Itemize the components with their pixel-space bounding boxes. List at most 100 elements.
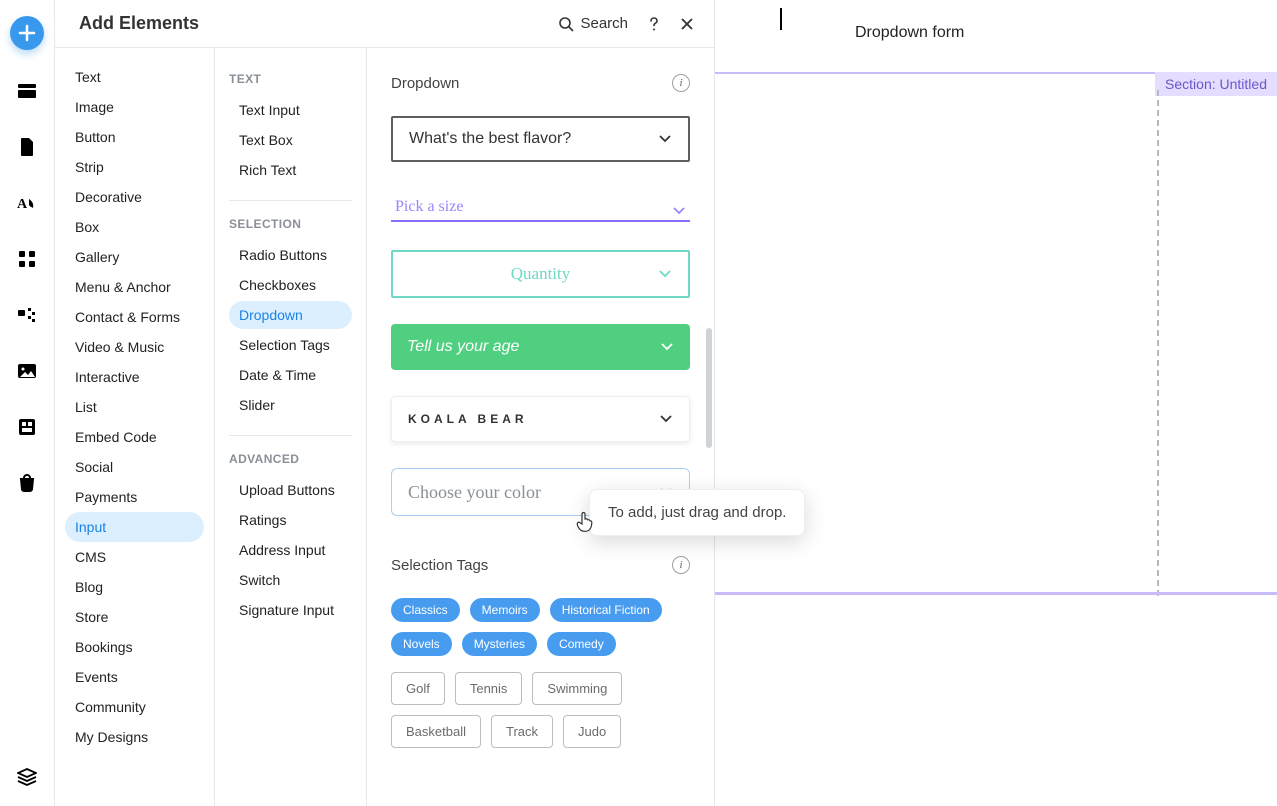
info-icon[interactable]: i — [672, 556, 690, 574]
tag-pill[interactable]: Novels — [391, 632, 452, 656]
svg-text:A: A — [17, 197, 28, 212]
subcategory-item-text-box[interactable]: Text Box — [229, 126, 352, 154]
category-item-input[interactable]: Input — [65, 512, 204, 542]
subcategory-heading: ADVANCED — [229, 452, 352, 466]
category-item-image[interactable]: Image — [65, 92, 204, 122]
tag-box[interactable]: Golf — [391, 672, 445, 705]
add-elements-panel: Add Elements Search TextImageButtonStrip… — [55, 0, 715, 806]
info-icon[interactable]: i — [672, 74, 690, 92]
subcategory-item-address-input[interactable]: Address Input — [229, 536, 352, 564]
chevron-down-icon — [659, 414, 673, 424]
ruler-mark — [780, 8, 782, 30]
media-icon[interactable] — [12, 356, 42, 386]
category-item-cms[interactable]: CMS — [65, 542, 204, 572]
search-label: Search — [580, 15, 628, 32]
apps-icon[interactable] — [12, 244, 42, 274]
help-button[interactable] — [646, 16, 662, 32]
store-rail-icon[interactable] — [12, 468, 42, 498]
tag-box[interactable]: Tennis — [455, 672, 523, 705]
category-item-store[interactable]: Store — [65, 602, 204, 632]
subcategory-heading: TEXT — [229, 72, 352, 86]
subcategory-item-radio-buttons[interactable]: Radio Buttons — [229, 241, 352, 269]
preview-pane: Dropdown i What's the best flavor? Pick … — [367, 48, 714, 806]
dropdown-preset-3[interactable]: Quantity — [391, 250, 690, 298]
category-item-decorative[interactable]: Decorative — [65, 182, 204, 212]
chevron-down-icon — [658, 269, 672, 279]
subcategory-item-selection-tags[interactable]: Selection Tags — [229, 331, 352, 359]
panel-title: Add Elements — [79, 13, 558, 34]
selection-tags-preset-gray[interactable]: Golf Tennis Swimming Basketball Track Judo — [391, 672, 690, 748]
cms-rail-icon[interactable] — [12, 412, 42, 442]
business-icon[interactable] — [12, 300, 42, 330]
category-item-my-designs[interactable]: My Designs — [65, 722, 204, 752]
section-bottom-border — [715, 592, 1277, 595]
search-icon — [558, 16, 574, 32]
category-item-video-music[interactable]: Video & Music — [65, 332, 204, 362]
tag-box[interactable]: Basketball — [391, 715, 481, 748]
subcategory-item-checkboxes[interactable]: Checkboxes — [229, 271, 352, 299]
subcategory-list: TEXT Text InputText BoxRich Text SELECTION… — [215, 48, 367, 806]
dropdown-preset-4[interactable]: Tell us your age — [391, 324, 690, 370]
category-item-contact-forms[interactable]: Contact & Forms — [65, 302, 204, 332]
chevron-down-icon — [660, 342, 674, 352]
subcategory-item-slider[interactable]: Slider — [229, 391, 352, 419]
selection-tags-preset-blue[interactable]: Classics Memoirs Historical Fiction Novels M… — [391, 598, 690, 656]
category-item-events[interactable]: Events — [65, 662, 204, 692]
category-item-list[interactable]: List — [65, 392, 204, 422]
dropdown-preset-1[interactable]: What's the best flavor? — [391, 116, 690, 162]
chevron-down-icon — [672, 206, 686, 216]
tag-pill[interactable]: Memoirs — [470, 598, 540, 622]
theme-icon[interactable]: A — [12, 188, 42, 218]
cursor-hand-icon — [575, 510, 595, 532]
scrollbar-thumb[interactable] — [706, 328, 712, 448]
panel-search[interactable]: Search — [558, 15, 628, 32]
category-item-blog[interactable]: Blog — [65, 572, 204, 602]
category-item-bookings[interactable]: Bookings — [65, 632, 204, 662]
category-item-gallery[interactable]: Gallery — [65, 242, 204, 272]
pages-icon[interactable] — [12, 132, 42, 162]
panel-header: Add Elements Search — [55, 0, 714, 48]
page-title: Dropdown form — [855, 24, 964, 42]
tag-pill[interactable]: Mysteries — [462, 632, 537, 656]
tag-pill[interactable]: Comedy — [547, 632, 616, 656]
left-rail: A — [0, 0, 55, 806]
editor-canvas[interactable]: Dropdown form Section: Untitled — [715, 0, 1277, 806]
section-label[interactable]: Section: Untitled — [1155, 72, 1277, 96]
subcategory-item-text-input[interactable]: Text Input — [229, 96, 352, 124]
tag-box[interactable]: Track — [491, 715, 553, 748]
category-item-embed-code[interactable]: Embed Code — [65, 422, 204, 452]
category-item-button[interactable]: Button — [65, 122, 204, 152]
add-elements-rail-button[interactable] — [10, 16, 44, 50]
section-guide-right — [1157, 90, 1159, 596]
category-item-menu-anchor[interactable]: Menu & Anchor — [65, 272, 204, 302]
category-item-text[interactable]: Text — [65, 62, 204, 92]
dropdown-preset-5[interactable]: KOALA BEAR — [391, 396, 690, 442]
subcategory-item-ratings[interactable]: Ratings — [229, 506, 352, 534]
category-item-box[interactable]: Box — [65, 212, 204, 242]
category-item-strip[interactable]: Strip — [65, 152, 204, 182]
chevron-down-icon — [658, 134, 672, 144]
category-item-community[interactable]: Community — [65, 692, 204, 722]
tag-pill[interactable]: Classics — [391, 598, 460, 622]
tag-box[interactable]: Judo — [563, 715, 621, 748]
subcategory-item-signature-input[interactable]: Signature Input — [229, 596, 352, 624]
tag-box[interactable]: Swimming — [532, 672, 622, 705]
subcategory-item-date-time[interactable]: Date & Time — [229, 361, 352, 389]
subcategory-item-upload-buttons[interactable]: Upload Buttons — [229, 476, 352, 504]
layers-icon[interactable] — [12, 762, 42, 792]
category-list: TextImageButtonStripDecorativeBoxGallery… — [55, 48, 215, 806]
category-item-social[interactable]: Social — [65, 452, 204, 482]
tag-pill[interactable]: Historical Fiction — [550, 598, 662, 622]
subcategory-item-rich-text[interactable]: Rich Text — [229, 156, 352, 184]
subcategory-heading: SELECTION — [229, 217, 352, 231]
dropdown-preset-2[interactable]: Pick a size — [391, 188, 690, 222]
drag-drop-tooltip: To add, just drag and drop. — [589, 489, 805, 536]
preview-heading-dropdown: Dropdown i — [391, 74, 690, 92]
category-item-payments[interactable]: Payments — [65, 482, 204, 512]
subcategory-item-switch[interactable]: Switch — [229, 566, 352, 594]
category-item-interactive[interactable]: Interactive — [65, 362, 204, 392]
close-panel-button[interactable] — [680, 17, 694, 31]
sections-icon[interactable] — [12, 76, 42, 106]
subcategory-item-dropdown[interactable]: Dropdown — [229, 301, 352, 329]
preview-heading-tags: Selection Tags i — [391, 556, 690, 574]
